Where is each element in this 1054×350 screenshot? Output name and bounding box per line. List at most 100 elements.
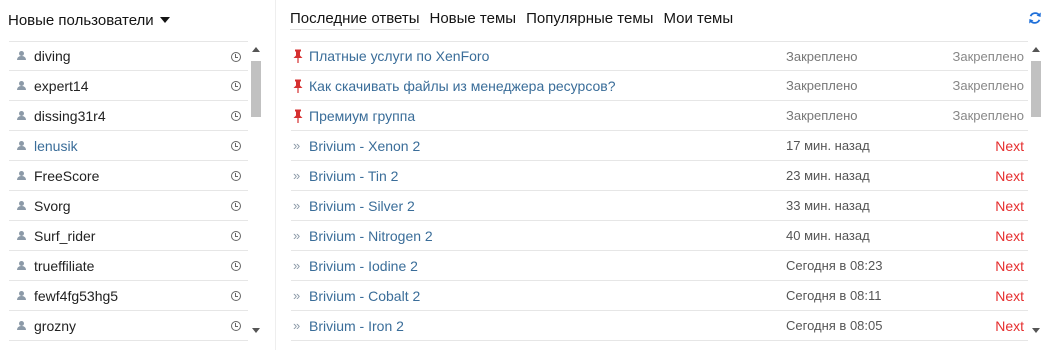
double-chevron-right-icon: »: [293, 317, 301, 333]
thread-title[interactable]: Brivium - Tin 2: [309, 168, 398, 184]
clock-icon: [231, 321, 241, 331]
new-users-dropdown[interactable]: Новые пользователи: [8, 10, 170, 30]
thread-time: 23 мин. назад: [786, 168, 870, 183]
thread-status[interactable]: Next: [995, 258, 1024, 274]
user-name[interactable]: fewf4fg53hg5: [34, 288, 118, 304]
thread-title[interactable]: Brivium - Cobalt 2: [309, 288, 420, 304]
thread-title[interactable]: Премиум группа: [309, 108, 415, 124]
user-icon: [17, 320, 26, 331]
clock-icon: [231, 171, 241, 181]
double-chevron-right-icon: »: [293, 227, 301, 243]
tab-0[interactable]: Последние ответы: [290, 8, 420, 30]
thread-row[interactable]: » Brivium - Silver 2 33 мин. назад Next: [291, 191, 1028, 221]
tab-1[interactable]: Новые темы: [430, 8, 517, 30]
thread-status: Закреплено: [952, 108, 1025, 123]
thread-row[interactable]: » Brivium - Nitrogen 2 40 мин. назад Next: [291, 221, 1028, 251]
thread-status[interactable]: Next: [995, 228, 1024, 244]
clock-icon: [231, 141, 241, 151]
double-chevron-right-icon: »: [293, 197, 301, 213]
thread-time: Закреплено: [786, 48, 858, 64]
thread-status: Закреплено: [952, 78, 1025, 93]
user-list-item[interactable]: diving: [9, 41, 248, 71]
thread-status[interactable]: Next: [995, 198, 1024, 214]
user-name[interactable]: expert14: [34, 78, 88, 94]
user-name[interactable]: Svorg: [34, 198, 71, 214]
thread-title[interactable]: Brivium - Iron 2: [309, 318, 404, 334]
thread-status: Закреплено: [952, 48, 1025, 64]
thread-row[interactable]: » Brivium - Tin 2 23 мин. назад Next: [291, 161, 1028, 191]
user-name[interactable]: lenusik: [34, 138, 78, 154]
thread-row[interactable]: Платные услуги по XenForo Закреплено Закре…: [291, 41, 1028, 71]
double-chevron-right-icon: »: [293, 287, 301, 303]
user-icon: [17, 200, 26, 211]
user-list-item[interactable]: FreeScore: [9, 161, 248, 191]
scrollbar-thumb[interactable]: [1031, 61, 1041, 117]
user-icon: [17, 260, 26, 271]
scroll-up-arrow-icon[interactable]: [252, 47, 260, 52]
thread-time: Сегодня в 08:11: [786, 288, 882, 303]
scroll-up-arrow-icon[interactable]: [1032, 47, 1040, 52]
user-name[interactable]: diving: [34, 48, 71, 64]
tab-2[interactable]: Популярные темы: [526, 8, 653, 30]
thread-row[interactable]: Как скачивать файлы из менеджера ресурсо…: [291, 71, 1028, 101]
user-icon: [17, 230, 26, 241]
thread-time: 33 мин. назад: [786, 198, 870, 213]
double-chevron-right-icon: »: [293, 137, 301, 153]
clock-icon: [231, 261, 241, 271]
scroll-down-arrow-icon[interactable]: [252, 328, 260, 333]
tab-3[interactable]: Мои темы: [663, 8, 733, 30]
thread-row[interactable]: » Brivium - Iron 2 Сегодня в 08:05 Next: [291, 311, 1028, 341]
user-list-item[interactable]: grozny: [9, 311, 248, 341]
scroll-down-arrow-icon[interactable]: [1032, 328, 1040, 333]
user-icon: [17, 80, 26, 91]
user-list: diving expert14 dissing31r4 lenusik FreeScor…: [9, 41, 248, 341]
user-name[interactable]: grozny: [34, 318, 76, 334]
scrollbar-thumb[interactable]: [251, 61, 261, 117]
thread-time: Сегодня в 08:05: [786, 318, 883, 333]
thread-time: 17 мин. назад: [786, 138, 870, 153]
user-list-item[interactable]: Svorg: [9, 191, 248, 221]
user-icon: [17, 51, 26, 61]
clock-icon: [231, 201, 241, 211]
new-users-panel: Новые пользователи diving expert14 dissing…: [0, 0, 276, 350]
double-chevron-right-icon: »: [293, 167, 301, 183]
caret-down-icon: [159, 17, 170, 23]
double-chevron-right-icon: »: [293, 257, 301, 273]
thread-title[interactable]: Brivium - Xenon 2: [309, 138, 420, 154]
clock-icon: [231, 81, 241, 91]
thread-title[interactable]: Как скачивать файлы из менеджера ресурсо…: [309, 78, 615, 94]
thread-row[interactable]: » Brivium - Cobalt 2 Сегодня в 08:11 Next: [291, 281, 1028, 311]
thread-tabs: Последние ответы Новые темы Популярные тем…: [290, 8, 743, 30]
user-list-item[interactable]: lenusik: [9, 131, 248, 161]
thread-status[interactable]: Next: [995, 138, 1024, 154]
user-name[interactable]: FreeScore: [34, 168, 99, 184]
thread-row[interactable]: Премиум группа Закреплено Закреплено: [291, 101, 1028, 131]
thread-title[interactable]: Brivium - Iodine 2: [309, 258, 418, 274]
thread-status[interactable]: Next: [995, 288, 1024, 304]
thread-time: 40 мин. назад: [786, 228, 870, 243]
thread-title[interactable]: Brivium - Nitrogen 2: [309, 228, 433, 244]
user-name[interactable]: dissing31r4: [34, 108, 106, 124]
user-icon: [17, 170, 26, 181]
user-name[interactable]: Surf_rider: [34, 228, 95, 244]
user-list-item[interactable]: trueffiliate: [9, 251, 248, 281]
thread-list-scrollbar[interactable]: [1030, 41, 1042, 339]
clock-icon: [231, 52, 241, 62]
thread-row[interactable]: » Brivium - Iodine 2 Сегодня в 08:23 Next: [291, 251, 1028, 281]
thread-status[interactable]: Next: [995, 168, 1024, 184]
thread-title[interactable]: Платные услуги по XenForo: [309, 48, 489, 64]
panel-divider: [275, 0, 276, 350]
user-list-item[interactable]: fewf4fg53hg5: [9, 281, 248, 311]
thread-title[interactable]: Brivium - Silver 2: [309, 198, 415, 214]
user-list-item[interactable]: Surf_rider: [9, 221, 248, 251]
user-name[interactable]: trueffiliate: [34, 258, 94, 274]
thread-row[interactable]: » Brivium - Xenon 2 17 мин. назад Next: [291, 131, 1028, 161]
clock-icon: [231, 231, 241, 241]
user-list-scrollbar[interactable]: [250, 41, 262, 339]
pin-icon: [293, 49, 303, 63]
user-list-item[interactable]: expert14: [9, 71, 248, 101]
refresh-icon[interactable]: [1028, 11, 1042, 25]
pin-icon: [293, 109, 303, 123]
thread-status[interactable]: Next: [995, 318, 1024, 334]
user-list-item[interactable]: dissing31r4: [9, 101, 248, 131]
